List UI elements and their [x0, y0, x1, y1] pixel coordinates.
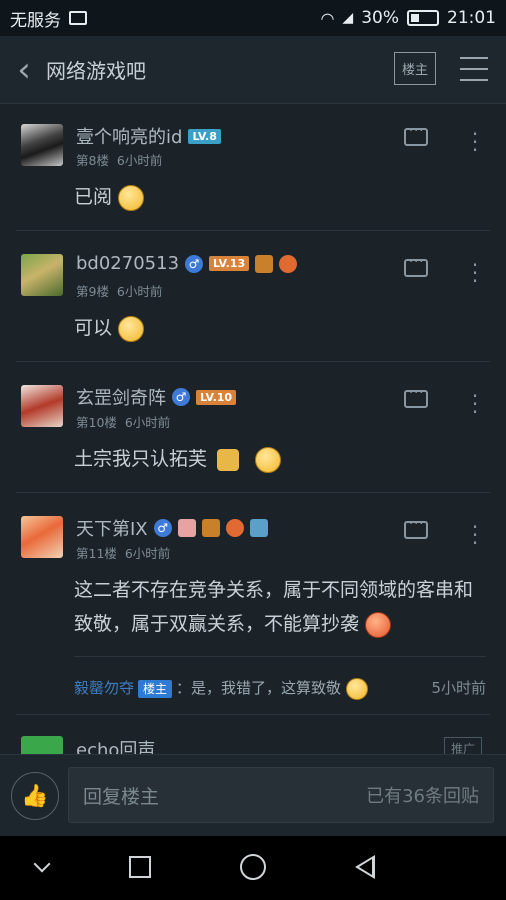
system-nav-bar — [0, 836, 506, 900]
sub-reply-time: 5小时前 — [431, 679, 486, 697]
only-op-button[interactable]: 楼主 — [393, 52, 436, 85]
reply-input[interactable]: 回复楼主 已有36条回贴 — [68, 767, 494, 823]
gamepad-badge-icon — [225, 519, 244, 537]
post-time: 6小时前 — [116, 153, 163, 168]
clock: 21:01 — [447, 8, 496, 28]
smile-emoji-icon — [255, 446, 282, 473]
back-icon[interactable] — [355, 855, 375, 879]
post-content: 已阅 — [74, 186, 113, 208]
male-icon: ♂ — [153, 519, 172, 537]
thumbs-up-icon[interactable]: 👍 — [11, 772, 59, 820]
collapse-chevron-icon[interactable] — [33, 855, 51, 873]
menu-icon[interactable] — [460, 56, 488, 81]
carrier-label: 无服务 — [10, 10, 61, 31]
post-content: 这二者不存在竞争关系，属于不同领域的客串和致敬，属于双赢关系，不能算抄袭 — [74, 579, 474, 635]
post-floor-8: 壹个响亮的id LV.8 第8楼 6小时前 ··· 已阅 — [0, 104, 506, 231]
male-icon: ♂ — [172, 388, 190, 406]
comment-icon[interactable] — [404, 255, 428, 277]
flower-badge-icon — [177, 519, 196, 537]
comment-icon[interactable] — [404, 124, 428, 146]
level-badge: LV.10 — [196, 389, 237, 405]
level-badge: LV.13 — [209, 256, 250, 271]
comment-icon[interactable] — [404, 517, 428, 539]
battery-icon — [407, 10, 439, 26]
floor-number: 第11楼 — [76, 546, 117, 561]
status-bar: 无服务 ◠ ◢ 30% 21:01 — [0, 0, 506, 36]
post-time: 6小时前 — [124, 415, 171, 430]
sub-reply-text: ：是，我错了，这算致敬 — [176, 679, 342, 697]
sub-reply[interactable]: 毅罄勿夺 楼主 ：是，我错了，这算致敬 5小时前 — [74, 677, 486, 700]
post-content: 土宗我只认拓芙 — [74, 448, 208, 470]
username[interactable]: 天下第IX — [76, 515, 148, 541]
floor-number: 第10楼 — [76, 415, 117, 430]
divider — [74, 656, 486, 657]
more-icon[interactable]: · · · — [470, 255, 480, 291]
profile-badge-icon — [249, 519, 268, 537]
post-content: 可以 — [74, 317, 113, 339]
medal-badge-icon — [201, 519, 220, 537]
floor-number: 第8楼 — [76, 153, 109, 168]
avatar[interactable] — [21, 124, 63, 166]
angry-emoji-icon — [365, 611, 392, 638]
crying-emoji-icon — [345, 677, 368, 700]
smile-emoji-icon — [118, 184, 145, 211]
comment-icon[interactable] — [404, 386, 428, 408]
op-badge: 楼主 — [138, 680, 173, 698]
post-floor-11: 天下第IX ♂ 第11楼 6小时前 ··· 这二者不存在竞争关系，属于不同领域的… — [0, 493, 506, 715]
home-icon[interactable] — [240, 854, 266, 880]
post-time: 6小时前 — [124, 546, 171, 561]
male-icon: ♂ — [185, 254, 204, 273]
username[interactable]: 壹个响亮的id — [76, 123, 182, 149]
wifi-icon: ◠ — [320, 8, 335, 28]
username[interactable]: 玄罡剑奇阵 — [76, 384, 166, 410]
page-title: 网络游戏吧 — [46, 59, 146, 83]
username[interactable]: bd0270513 — [76, 253, 179, 274]
more-icon[interactable]: · · · — [470, 386, 480, 422]
post-time: 6小时前 — [116, 284, 163, 299]
avatar[interactable] — [21, 254, 63, 296]
more-icon[interactable]: · · · — [470, 124, 480, 160]
signal-icon: ◢ — [342, 10, 354, 26]
gamepad-badge-icon — [279, 254, 298, 273]
header: ‹ 网络游戏吧 楼主 — [0, 36, 506, 104]
avatar[interactable] — [21, 516, 63, 558]
recent-apps-icon[interactable] — [129, 856, 151, 878]
reply-placeholder: 回复楼主 — [83, 785, 160, 808]
sub-reply-username[interactable]: 毅罄勿夺 — [74, 679, 134, 697]
post-floor-10: 玄罡剑奇阵 ♂ LV.10 第10楼 6小时前 ··· 土宗我只认拓芙 — [0, 362, 506, 493]
thumbs-down-emoji-icon — [217, 448, 240, 471]
avatar[interactable] — [21, 385, 63, 427]
back-arrow-icon[interactable]: ‹ — [2, 40, 46, 100]
level-badge: LV.8 — [188, 128, 221, 144]
battery-percent: 30% — [361, 8, 399, 28]
post-floor-9: bd0270513 ♂ LV.13 第9楼 6小时前 ··· 可以 — [0, 231, 506, 362]
more-icon[interactable]: · · · — [470, 517, 480, 553]
screenshot-icon — [69, 11, 87, 25]
smile-emoji-icon — [118, 315, 145, 342]
bottom-bar: 👍 回复楼主 已有36条回贴 — [0, 754, 506, 836]
floor-number: 第9楼 — [76, 284, 109, 299]
username[interactable]: echo回声 — [76, 736, 155, 754]
reply-count: 已有36条回贴 — [366, 786, 479, 807]
post-promoted: echo回声 — [0, 715, 506, 754]
avatar[interactable] — [21, 736, 63, 754]
medal-badge-icon — [255, 254, 274, 273]
